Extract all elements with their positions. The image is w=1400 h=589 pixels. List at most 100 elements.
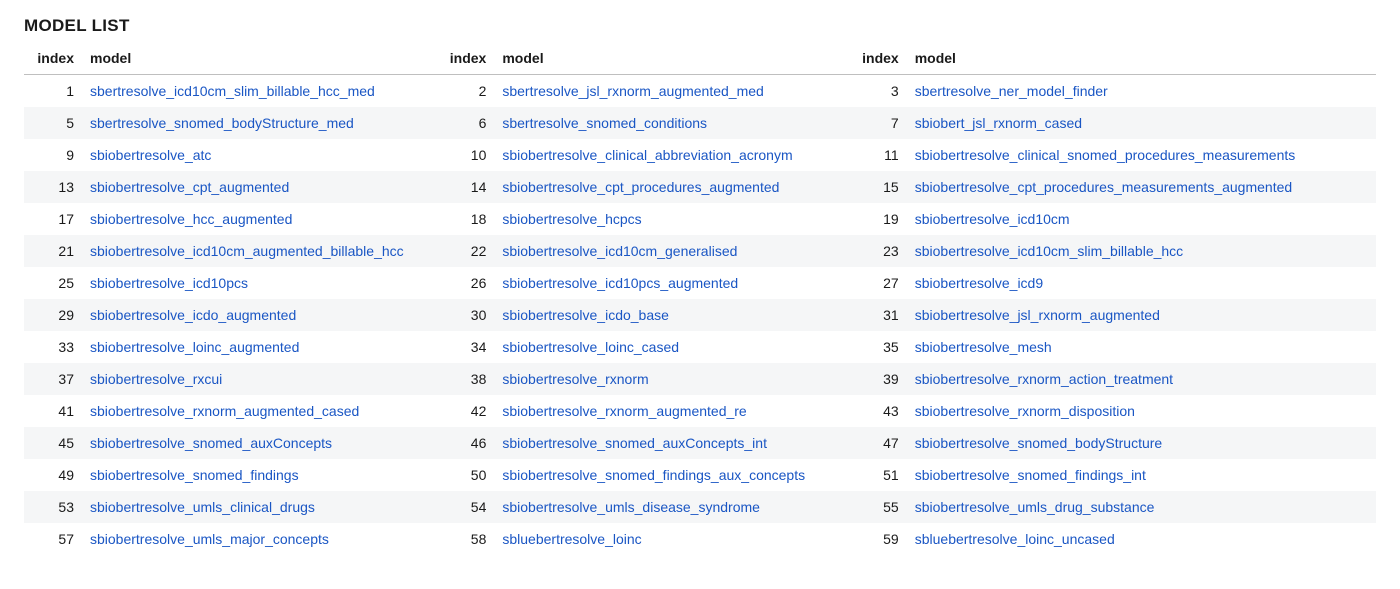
cell-index: 57 bbox=[24, 523, 82, 555]
cell-model: sbiobertresolve_umls_major_concepts bbox=[82, 523, 436, 555]
model-link[interactable]: sbiobertresolve_rxnorm_disposition bbox=[915, 403, 1135, 419]
model-link[interactable]: sbiobertresolve_umls_disease_syndrome bbox=[502, 499, 760, 515]
model-link[interactable]: sbiobertresolve_jsl_rxnorm_augmented bbox=[915, 307, 1160, 323]
table-row: 41sbiobertresolve_rxnorm_augmented_cased… bbox=[24, 395, 1376, 427]
cell-index: 43 bbox=[849, 395, 907, 427]
table-cell-group: 43 sbiobertresolve_rxnorm_disposition bbox=[849, 395, 1376, 427]
table-cell-group: 1sbertresolve_icd10cm_slim_billable_hcc_… bbox=[24, 75, 436, 107]
model-link[interactable]: sbiobertresolve_snomed_findings_aux_conc… bbox=[502, 467, 805, 483]
model-link[interactable]: sbiobertresolve_snomed_findings bbox=[90, 467, 299, 483]
cell-model: sbiobertresolve_rxnorm_augmented_re bbox=[494, 395, 848, 427]
model-link[interactable]: sbiobertresolve_icd10pcs_augmented bbox=[502, 275, 738, 291]
model-link[interactable]: sbiobertresolve_rxnorm bbox=[502, 371, 648, 387]
cell-model: sbiobertresolve_mesh bbox=[907, 331, 1376, 363]
model-link[interactable]: sbiobertresolve_icd10cm bbox=[915, 211, 1070, 227]
table-cell-group: 13sbiobertresolve_cpt_augmented bbox=[24, 171, 436, 203]
model-link[interactable]: sbiobertresolve_clinical_snomed_procedur… bbox=[915, 147, 1296, 163]
table-cell-group: 5sbertresolve_snomed_bodyStructure_med bbox=[24, 107, 436, 139]
col-header-model: model bbox=[907, 44, 1376, 74]
cell-model: sbiobertresolve_snomed_bodyStructure bbox=[907, 427, 1376, 459]
table-cell-group: 33sbiobertresolve_loinc_augmented bbox=[24, 331, 436, 363]
model-link[interactable]: sbertresolve_icd10cm_slim_billable_hcc_m… bbox=[90, 83, 375, 99]
table-cell-group: 7sbiobert_jsl_rxnorm_cased bbox=[849, 107, 1376, 139]
model-link[interactable]: sbiobertresolve_mesh bbox=[915, 339, 1052, 355]
model-link[interactable]: sbiobertresolve_snomed_auxConcepts_int bbox=[502, 435, 767, 451]
cell-model: sbiobertresolve_snomed_findings bbox=[82, 459, 436, 491]
cell-model: sbiobertresolve_icd10cm_augmented_billab… bbox=[82, 235, 436, 267]
col-header-index: index bbox=[849, 44, 907, 74]
table-cell-group: 37sbiobertresolve_rxcui bbox=[24, 363, 436, 395]
model-link[interactable]: sbiobertresolve_umls_drug_substance bbox=[915, 499, 1155, 515]
cell-index: 39 bbox=[849, 363, 907, 395]
model-link[interactable]: sbiobertresolve_clinical_abbreviation_ac… bbox=[502, 147, 792, 163]
model-link[interactable]: sbiobertresolve_icd10pcs bbox=[90, 275, 248, 291]
cell-index: 14 bbox=[436, 171, 494, 203]
model-link[interactable]: sbiobertresolve_icdo_base bbox=[502, 307, 669, 323]
model-link[interactable]: sbertresolve_snomed_bodyStructure_med bbox=[90, 115, 354, 131]
model-link[interactable]: sbiobertresolve_snomed_auxConcepts bbox=[90, 435, 332, 451]
cell-model: sbiobertresolve_icdo_augmented bbox=[82, 299, 436, 331]
model-link[interactable]: sbiobertresolve_icd10cm_augmented_billab… bbox=[90, 243, 404, 259]
model-link[interactable]: sbiobertresolve_icdo_augmented bbox=[90, 307, 296, 323]
model-link[interactable]: sbiobertresolve_rxnorm_augmented_cased bbox=[90, 403, 359, 419]
table-cell-group: 53 sbiobertresolve_umls_clinical_drugs bbox=[24, 491, 436, 523]
table-cell-group: 42sbiobertresolve_rxnorm_augmented_re bbox=[436, 395, 848, 427]
model-link[interactable]: sbiobertresolve_rxnorm_action_treatment bbox=[915, 371, 1173, 387]
model-link[interactable]: sbiobertresolve_umls_major_concepts bbox=[90, 531, 329, 547]
cell-index: 47 bbox=[849, 427, 907, 459]
model-link[interactable]: sbiobertresolve_icd9 bbox=[915, 275, 1043, 291]
cell-model: sbiobertresolve_icd10cm bbox=[907, 203, 1376, 235]
model-link[interactable]: sbiobertresolve_rxcui bbox=[90, 371, 222, 387]
model-link[interactable]: sbertresolve_snomed_conditions bbox=[502, 115, 707, 131]
cell-index: 18 bbox=[436, 203, 494, 235]
model-link[interactable]: sbiobertresolve_icd10cm_slim_billable_hc… bbox=[915, 243, 1183, 259]
table-cell-group: 25sbiobertresolve_icd10pcs bbox=[24, 267, 436, 299]
table-cell-group: 50 sbiobertresolve_snomed_findings_aux_co… bbox=[436, 459, 848, 491]
model-link[interactable]: sbiobertresolve_rxnorm_augmented_re bbox=[502, 403, 746, 419]
model-link[interactable]: sbiobertresolve_loinc_augmented bbox=[90, 339, 299, 355]
model-link[interactable]: sbertresolve_ner_model_finder bbox=[915, 83, 1108, 99]
table-cell-group: 9sbiobertresolve_atc bbox=[24, 139, 436, 171]
model-link[interactable]: sbiobertresolve_snomed_bodyStructure bbox=[915, 435, 1162, 451]
model-link[interactable]: sbiobertresolve_cpt_procedures_measureme… bbox=[915, 179, 1292, 195]
cell-index: 51 bbox=[849, 459, 907, 491]
cell-index: 38 bbox=[436, 363, 494, 395]
table-cell-group: 35sbiobertresolve_mesh bbox=[849, 331, 1376, 363]
table-cell-group: 45sbiobertresolve_snomed_auxConcepts bbox=[24, 427, 436, 459]
model-link[interactable]: sbiobertresolve_loinc_cased bbox=[502, 339, 679, 355]
cell-model: sbiobertresolve_cpt_procedures_measureme… bbox=[907, 171, 1376, 203]
table-row: 13sbiobertresolve_cpt_augmented14 sbiober… bbox=[24, 171, 1376, 203]
model-link[interactable]: sbluebertresolve_loinc bbox=[502, 531, 641, 547]
cell-model: sbiobertresolve_icd10cm_slim_billable_hc… bbox=[907, 235, 1376, 267]
model-link[interactable]: sbiobertresolve_umls_clinical_drugs bbox=[90, 499, 315, 515]
cell-index: 53 bbox=[24, 491, 82, 523]
cell-model: sbiobertresolve_icd10cm_generalised bbox=[494, 235, 848, 267]
cell-index: 31 bbox=[849, 299, 907, 331]
cell-model: sbiobertresolve_icd10pcs bbox=[82, 267, 436, 299]
model-link[interactable]: sbiobertresolve_atc bbox=[90, 147, 211, 163]
cell-index: 21 bbox=[24, 235, 82, 267]
table-cell-group: 47 sbiobertresolve_snomed_bodyStructure bbox=[849, 427, 1376, 459]
model-link[interactable]: sbluebertresolve_loinc_uncased bbox=[915, 531, 1115, 547]
model-link[interactable]: sbiobertresolve_icd10cm_generalised bbox=[502, 243, 737, 259]
col-header-model: model bbox=[494, 44, 848, 74]
col-header-index: index bbox=[436, 44, 494, 74]
table-row: 53sbiobertresolve_umls_clinical_drugs54s… bbox=[24, 491, 1376, 523]
cell-index: 30 bbox=[436, 299, 494, 331]
table-row: 1sbertresolve_icd10cm_slim_billable_hcc_… bbox=[24, 75, 1376, 107]
table-cell-group: 22sbiobertresolve_icd10cm_generalised bbox=[436, 235, 848, 267]
model-link[interactable]: sbiobert_jsl_rxnorm_cased bbox=[915, 115, 1082, 131]
model-link[interactable]: sbiobertresolve_cpt_augmented bbox=[90, 179, 289, 195]
model-link[interactable]: sbertresolve_jsl_rxnorm_augmented_med bbox=[502, 83, 763, 99]
model-link[interactable]: sbiobertresolve_cpt_procedures_augmented bbox=[502, 179, 779, 195]
cell-index: 11 bbox=[849, 139, 907, 171]
model-link[interactable]: sbiobertresolve_hcc_augmented bbox=[90, 211, 292, 227]
model-link[interactable]: sbiobertresolve_snomed_findings_int bbox=[915, 467, 1146, 483]
table-header-group: indexmodel bbox=[24, 44, 436, 74]
cell-index: 50 bbox=[436, 459, 494, 491]
cell-model: sbertresolve_snomed_bodyStructure_med bbox=[82, 107, 436, 139]
model-link[interactable]: sbiobertresolve_hcpcs bbox=[502, 211, 641, 227]
table-cell-group: 19sbiobertresolve_icd10cm bbox=[849, 203, 1376, 235]
table-row: 57sbiobertresolve_umls_major_concepts58s… bbox=[24, 523, 1376, 555]
table-cell-group: 49sbiobertresolve_snomed_findings bbox=[24, 459, 436, 491]
